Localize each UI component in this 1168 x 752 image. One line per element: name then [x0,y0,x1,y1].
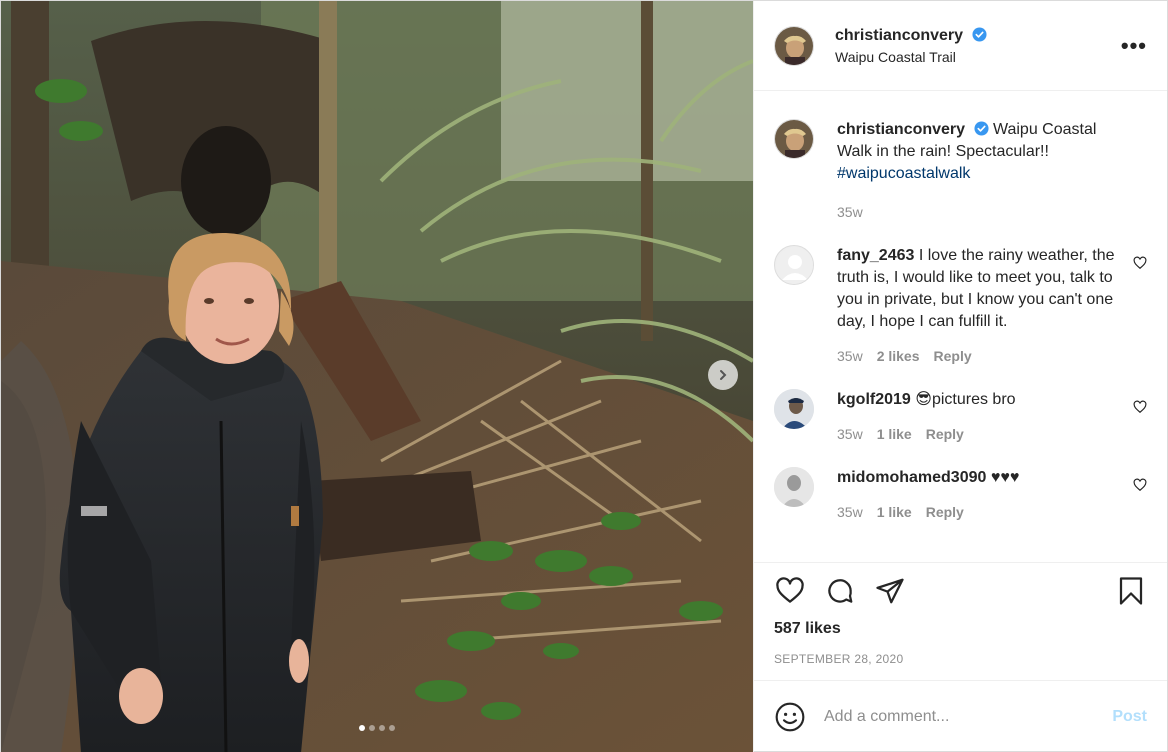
comment-time[interactable]: 35w [837,501,863,523]
avatar[interactable] [774,25,814,66]
heart-outline-icon [776,577,804,603]
comment-text: ♥♥♥ [990,469,1020,486]
comment-username[interactable]: fany_2463 [837,247,914,264]
save-button[interactable] [1115,575,1147,607]
add-comment-bar: Post [754,680,1167,752]
avatar-image [774,467,814,507]
comment-item: midomohamed3090 ♥♥♥ 35w 1 like Reply [774,467,1147,523]
carousel-indicator [1,725,753,731]
carousel-next-button[interactable] [708,360,738,390]
post-comment-button[interactable]: Post [1112,708,1147,726]
post-photo[interactable] [1,1,753,752]
chevron-right-icon [720,370,727,380]
avatar[interactable] [774,119,814,159]
comment-username[interactable]: kgolf2019 [837,391,911,408]
avatar-image [775,26,813,65]
likes-count[interactable]: 587 likes [774,620,1147,638]
comment-reply-button[interactable]: Reply [926,423,964,445]
heart-outline-icon[interactable] [1133,478,1147,492]
bookmark-icon [1119,577,1143,605]
comment-input[interactable] [824,708,1113,726]
caption-hashtag[interactable]: #waipucoastalwalk [837,165,970,182]
comment-text: 😎pictures bro [915,391,1016,408]
comment-username[interactable]: midomohamed3090 [837,469,986,486]
header-username[interactable]: christianconvery [835,27,963,44]
post-container: christianconvery Waipu Coastal Trail ••• [0,0,1168,752]
comments-list[interactable]: christianconvery Waipu Coastal Walk in t… [754,91,1167,562]
carousel-dot [359,725,365,731]
avatar[interactable] [774,467,814,507]
emoji-icon[interactable] [774,701,806,733]
carousel-dot [369,725,375,731]
comment-reply-button[interactable]: Reply [926,501,964,523]
carousel-dot [389,725,395,731]
comment-likes[interactable]: 1 like [877,501,912,523]
carousel-dot [379,725,385,731]
comment-likes[interactable]: 2 likes [877,345,920,367]
post-header: christianconvery Waipu Coastal Trail ••• [754,1,1167,91]
header-location[interactable]: Waipu Coastal Trail [835,49,1117,65]
post-caption: christianconvery Waipu Coastal Walk in t… [774,119,1147,223]
heart-outline-icon[interactable] [1133,400,1147,414]
heart-outline-icon[interactable] [1133,256,1147,270]
comment-time[interactable]: 35w [837,345,863,367]
comment-item: kgolf2019 😎pictures bro 35w 1 like Reply [774,389,1147,445]
verified-badge-icon [973,121,989,136]
like-button[interactable] [774,575,806,607]
post-date[interactable]: SEPTEMBER 28, 2020 [774,652,1147,666]
comment-item: fany_2463 I love the rainy weather, the … [774,245,1147,367]
speech-bubble-icon [828,579,853,603]
verified-badge-icon [971,26,987,42]
avatar[interactable] [774,389,814,429]
post-actions: 587 likes SEPTEMBER 28, 2020 [754,562,1167,680]
share-button[interactable] [874,575,906,607]
post-side-panel: christianconvery Waipu Coastal Trail ••• [753,1,1167,752]
paper-plane-icon [876,578,904,604]
avatar[interactable] [774,245,814,285]
comment-button[interactable] [824,575,856,607]
more-options-button[interactable]: ••• [1117,33,1147,59]
photo-forest-scene [1,1,753,752]
comment-time[interactable]: 35w [837,423,863,445]
comment-reply-button[interactable]: Reply [934,345,972,367]
caption-username[interactable]: christianconvery [837,121,965,138]
avatar-image [775,120,813,158]
caption-time[interactable]: 35w [837,201,863,223]
default-avatar-icon [776,247,813,284]
comment-likes[interactable]: 1 like [877,423,912,445]
avatar-image [774,389,814,429]
